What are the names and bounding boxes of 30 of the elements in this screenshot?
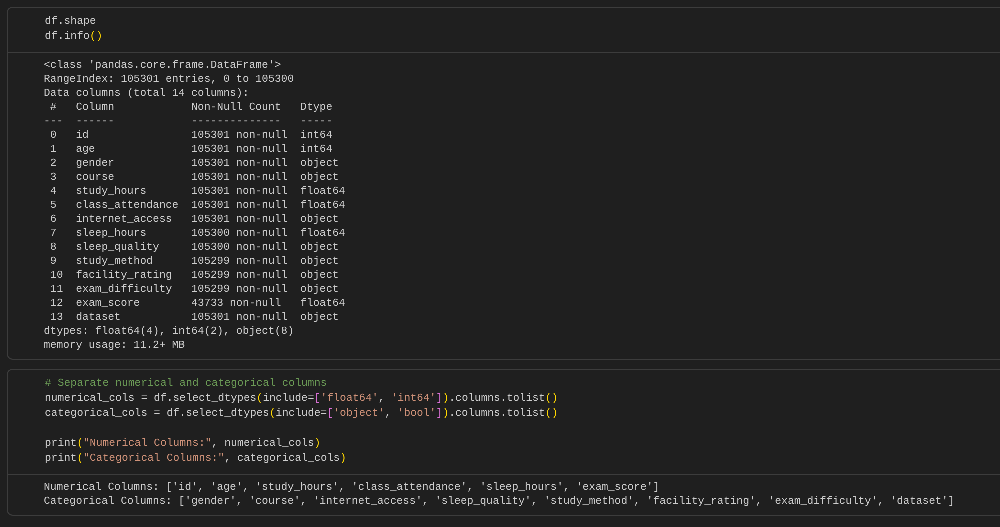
output-line: 9 study_method 105299 non-null object: [49, 255, 340, 269]
output-line: 12 exam_score 43733 non-null float64: [49, 297, 346, 311]
output-line: 5 class_attendance 105301 non-null float64: [49, 199, 346, 213]
output-line: memory usage: 11.2+ MB: [44, 339, 186, 353]
code-line: df.info(): [45, 30, 104, 45]
output-line: 3 course 105301 non-null object: [49, 171, 340, 185]
output-line: --- ------ -------------- -----: [44, 115, 334, 129]
code-comment: # Separate numerical and categorical columns: [45, 377, 328, 392]
output-line: dtypes: float64(4), int64(2), object(8): [44, 325, 296, 339]
output-line: 2 gender 105301 non-null object: [49, 157, 340, 171]
output-line: 8 sleep_quality 105300 non-null object: [49, 241, 340, 255]
output-line: 1 age 105301 non-null int64: [49, 143, 334, 157]
output-line: RangeIndex: 105301 entries, 0 to 105300: [44, 73, 296, 87]
output-line: 7 sleep_hours 105300 non-null float64: [49, 227, 346, 241]
output-line: 0 id 105301 non-null int64: [49, 129, 334, 143]
code-line: categorical_cols = df.select_dtypes(include=['object', 'bool']).columns.tolist(): [45, 407, 560, 422]
code-line: print("Numerical Columns:", numerical_cols): [45, 437, 322, 452]
code-line: print("Categorical Columns:", categorical_cols): [45, 452, 348, 467]
output-line: 10 facility_rating 105299 non-null object: [49, 269, 340, 283]
output-line: Categorical Columns: ['gender', 'course', 'internet_access', 'sleep_quality', 'study_method', 'facility_rating', 'exam_difficulty', 'dataset']: [44, 495, 956, 509]
output-line: 6 internet_access 105301 non-null object: [49, 213, 340, 227]
output-line: # Column Non-Null Count Dtype: [49, 101, 334, 115]
output-line: Data columns (total 14 columns):: [44, 87, 250, 101]
output-line: Numerical Columns: ['id', 'age', 'study_hours', 'class_attendance', 'sleep_hours', 'exam_score']: [44, 481, 661, 495]
code-line: numerical_cols = df.select_dtypes(include=['float64', 'int64']).columns.tolist(): [45, 392, 560, 407]
code-line: df.shape: [45, 15, 98, 30]
output-line: <class 'pandas.core.frame.DataFrame'>: [44, 59, 282, 73]
output-line: 11 exam_difficulty 105299 non-null object: [49, 283, 340, 297]
output-line: 13 dataset 105301 non-null object: [49, 311, 340, 325]
output-line: 4 study_hours 105301 non-null float64: [49, 185, 346, 199]
